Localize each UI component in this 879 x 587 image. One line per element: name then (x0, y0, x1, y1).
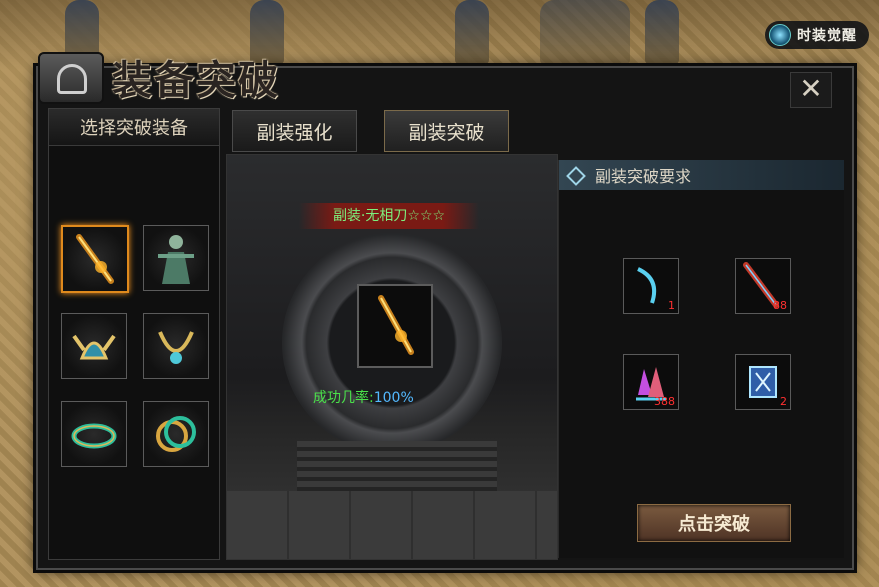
requirement-item[interactable]: 1 (623, 258, 679, 314)
equipment-slot-helmet[interactable] (61, 313, 127, 379)
flame-sword-icon (76, 234, 114, 284)
equipment-slot-necklace[interactable] (143, 313, 209, 379)
emblem-icon (38, 52, 104, 104)
success-rate-value: 100% (373, 390, 414, 406)
tab-label: 副装强化 (256, 121, 333, 144)
window-title: 装备突破 (112, 57, 280, 104)
bracelet-icon (71, 423, 117, 449)
requirement-item[interactable]: 2 (735, 354, 791, 410)
requirement-item[interactable]: 388 (623, 354, 679, 410)
requirements-title: 副装突破要求 (595, 167, 692, 186)
success-rate: 成功几率:100% (313, 387, 414, 407)
winged-helmet-icon (72, 334, 116, 360)
equipment-select-panel: 选择突破装备 (48, 108, 220, 560)
awaken-label: 时装觉醒 (797, 28, 857, 44)
tab-sub-equip-enhance[interactable]: 副装强化 (232, 110, 357, 152)
flame-sword-icon (378, 295, 414, 355)
requirement-count: 88 (773, 299, 787, 312)
npc-figure (455, 0, 489, 64)
close-icon: ✕ (799, 72, 823, 105)
diamond-icon (566, 166, 586, 186)
requirements-header: 副装突破要求 (559, 160, 844, 190)
breakthrough-altar-panel: 副装·无相刀☆☆☆ 成功几率:100% (226, 154, 558, 560)
selected-item-slot[interactable] (357, 284, 433, 368)
select-equipment-header: 选择突破装备 (49, 109, 219, 146)
equipment-slot-weapon[interactable] (61, 225, 129, 293)
requirement-count: 2 (780, 395, 787, 408)
awaken-icon (769, 24, 791, 46)
equipment-slot-armor[interactable] (143, 225, 209, 291)
breakthrough-button[interactable]: 点击突破 (637, 504, 791, 542)
altar-stairs (297, 441, 497, 491)
equipment-breakthrough-window: 选择突破装备 装备突破 ✕ 副装强化 副装突破 副装·无相刀☆☆☆ 成功几率:1… (36, 52, 854, 570)
window-title-plate: 装备突破 (38, 42, 288, 104)
equipment-slot-bracelet[interactable] (61, 401, 127, 467)
stone-floor (227, 491, 557, 559)
warrior-armor-icon (158, 235, 194, 284)
tab-label: 副装突破 (408, 121, 485, 144)
requirement-count: 1 (668, 299, 675, 312)
requirement-count: 388 (654, 395, 675, 408)
costume-awaken-button[interactable]: 时装觉醒 (765, 21, 869, 49)
success-rate-label: 成功几率: (313, 390, 374, 406)
tab-sub-equip-breakthrough[interactable]: 副装突破 (384, 110, 509, 152)
requirements-panel: 副装突破要求 1 88 388 2 点击突破 (558, 160, 844, 558)
equipment-slot-ring[interactable] (143, 401, 209, 467)
requirement-item[interactable]: 88 (735, 258, 791, 314)
npc-figure (645, 0, 679, 64)
npc-figure (540, 0, 630, 64)
necklace-icon (158, 331, 194, 364)
ring-icon (156, 416, 196, 452)
close-button[interactable]: ✕ (790, 72, 832, 108)
selected-item-name: 副装·无相刀☆☆☆ (299, 203, 479, 229)
